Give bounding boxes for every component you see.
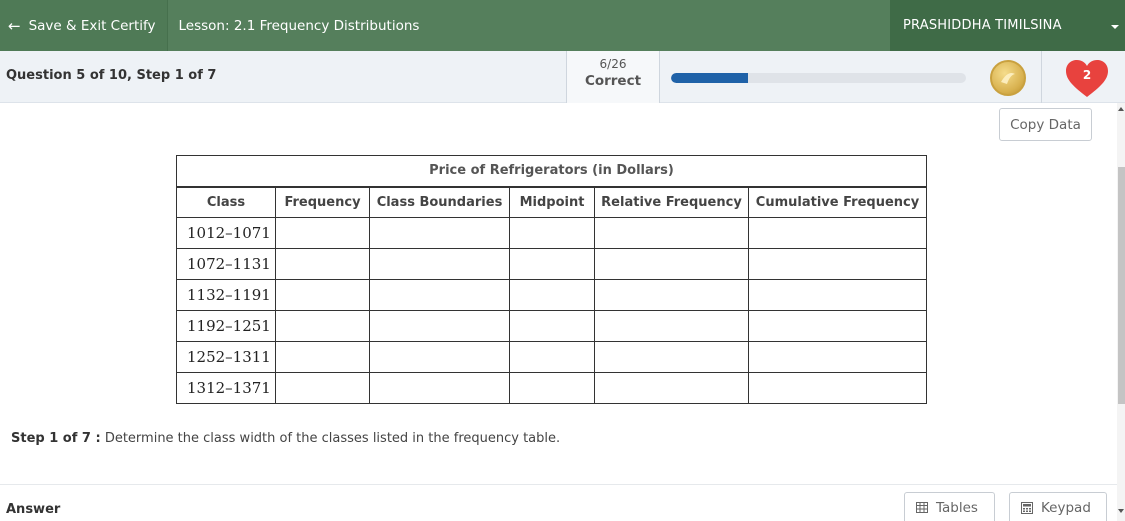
table-title-row: Price of Refrigerators (in Dollars) xyxy=(176,155,927,188)
step-instruction-text: Determine the class width of the classes… xyxy=(100,431,561,446)
divider xyxy=(1041,51,1042,103)
keypad-label: Keypad xyxy=(1041,499,1091,516)
coin-icon[interactable] xyxy=(990,60,1026,96)
header-frequency: Frequency xyxy=(275,186,370,218)
header-class-boundaries: Class Boundaries xyxy=(369,186,510,218)
header-midpoint: Midpoint xyxy=(509,186,595,218)
lives-count: 2 xyxy=(1082,68,1092,82)
progress-bar xyxy=(671,73,966,83)
empty-cell xyxy=(275,310,370,342)
scrollbar-thumb[interactable] xyxy=(1118,167,1125,404)
table-row: 1192–1251 xyxy=(176,310,927,342)
chevron-down-icon xyxy=(1111,25,1119,29)
class-cell: 1192–1251 xyxy=(176,310,276,342)
empty-cell xyxy=(748,217,927,249)
answer-label: Answer xyxy=(6,502,61,517)
class-cell: 1312–1371 xyxy=(176,372,276,404)
empty-cell xyxy=(369,310,510,342)
empty-cell xyxy=(275,248,370,280)
user-menu[interactable]: PRASHIDDHA TIMILSINA xyxy=(890,0,1125,51)
empty-cell xyxy=(509,248,595,280)
calculator-icon xyxy=(1021,501,1033,514)
progress-fill xyxy=(671,73,748,83)
empty-cell xyxy=(748,279,927,311)
class-cell: 1252–1311 xyxy=(176,341,276,373)
empty-cell xyxy=(275,217,370,249)
score-label: Correct xyxy=(584,73,642,89)
heart-icon[interactable]: 2 xyxy=(1064,59,1110,99)
question-info: Question 5 of 10, Step 1 of 7 xyxy=(6,68,217,83)
arrow-left-icon: ← xyxy=(8,16,21,35)
top-nav-bar: ← Save & Exit Certify Lesson: 2.1 Freque… xyxy=(0,0,1125,51)
empty-cell xyxy=(369,372,510,404)
lesson-title: Lesson: 2.1 Frequency Distributions xyxy=(178,17,420,34)
table-header-row: Class Frequency Class Boundaries Midpoin… xyxy=(176,186,927,218)
empty-cell xyxy=(509,217,595,249)
empty-cell xyxy=(369,217,510,249)
answer-divider xyxy=(0,484,1117,485)
header-relative-frequency: Relative Frequency xyxy=(594,186,749,218)
empty-cell xyxy=(509,279,595,311)
empty-cell xyxy=(275,372,370,404)
save-exit-label: Save & Exit Certify xyxy=(28,17,156,34)
empty-cell xyxy=(594,248,749,280)
table-row: 1012–1071 xyxy=(176,217,927,249)
table-row: 1072–1131 xyxy=(176,248,927,280)
keypad-button[interactable]: Keypad xyxy=(1009,492,1107,521)
empty-cell xyxy=(748,248,927,280)
table-icon xyxy=(916,502,928,513)
empty-cell xyxy=(369,248,510,280)
table-row: 1312–1371 xyxy=(176,372,927,404)
empty-cell xyxy=(509,310,595,342)
tables-label: Tables xyxy=(936,499,978,516)
save-exit-button[interactable]: ← Save & Exit Certify xyxy=(0,0,168,51)
frequency-table: Price of Refrigerators (in Dollars) Clas… xyxy=(176,155,927,404)
empty-cell xyxy=(275,279,370,311)
scroll-down-icon[interactable] xyxy=(1118,509,1124,513)
class-cell: 1132–1191 xyxy=(176,279,276,311)
table-row: 1132–1191 xyxy=(176,279,927,311)
empty-cell xyxy=(594,372,749,404)
tables-button[interactable]: Tables xyxy=(904,492,995,521)
step-label: Step 1 of 7 : xyxy=(11,431,101,446)
empty-cell xyxy=(748,372,927,404)
empty-cell xyxy=(594,279,749,311)
header-cumulative-frequency: Cumulative Frequency xyxy=(748,186,927,218)
top-nav-left: ← Save & Exit Certify Lesson: 2.1 Freque… xyxy=(0,0,419,51)
empty-cell xyxy=(594,341,749,373)
empty-cell xyxy=(509,341,595,373)
table-title: Price of Refrigerators (in Dollars) xyxy=(176,155,927,188)
empty-cell xyxy=(748,341,927,373)
empty-cell xyxy=(594,217,749,249)
empty-cell xyxy=(509,372,595,404)
scroll-up-icon[interactable] xyxy=(1118,107,1124,111)
score-box: 6/26 Correct xyxy=(566,51,660,103)
header-class: Class xyxy=(176,186,276,218)
class-cell: 1012–1071 xyxy=(176,217,276,249)
user-name: PRASHIDDHA TIMILSINA xyxy=(903,18,1062,33)
score-count: 6/26 xyxy=(599,57,627,71)
step-instruction: Step 1 of 7 : Determine the class width … xyxy=(11,431,560,446)
empty-cell xyxy=(748,310,927,342)
empty-cell xyxy=(594,310,749,342)
empty-cell xyxy=(369,279,510,311)
question-bar: Question 5 of 10, Step 1 of 7 6/26 Corre… xyxy=(0,51,1125,103)
coin-emblem-icon xyxy=(1001,73,1015,84)
class-cell: 1072–1131 xyxy=(176,248,276,280)
empty-cell xyxy=(369,341,510,373)
empty-cell xyxy=(275,341,370,373)
copy-data-button[interactable]: Copy Data xyxy=(999,108,1092,141)
table-row: 1252–1311 xyxy=(176,341,927,373)
